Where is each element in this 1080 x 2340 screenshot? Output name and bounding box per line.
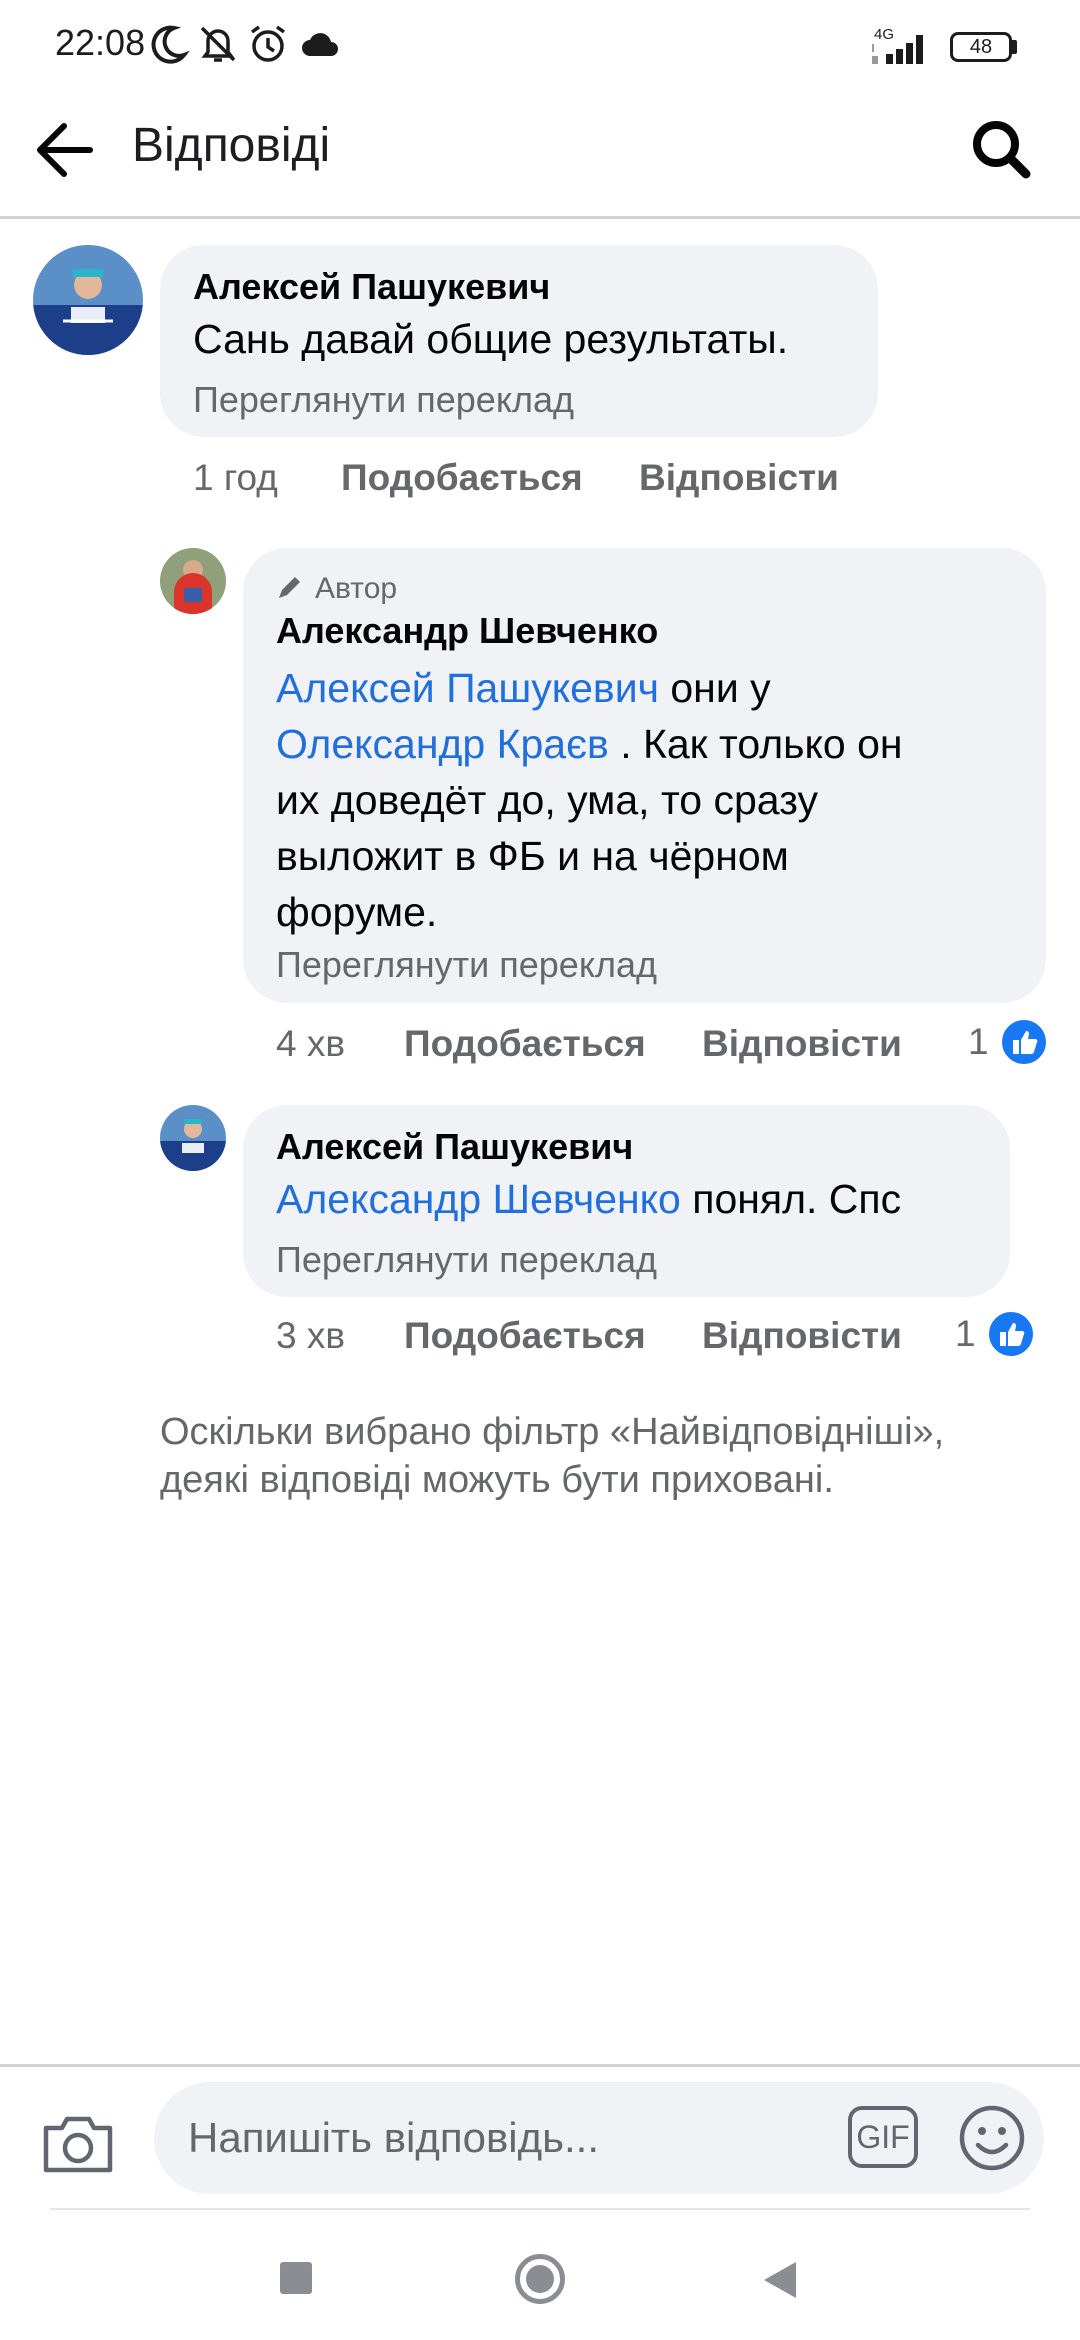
avatar[interactable] (33, 245, 143, 355)
see-translation-link[interactable]: Переглянути переклад (276, 1239, 657, 1281)
mention-link[interactable]: Олександр Краєв (276, 721, 609, 767)
filter-note: Оскільки вибрано фільтр «Найвідповідніші… (160, 1411, 945, 1501)
comment-bubble[interactable]: Алексей Пашукевич Александр Шевченко пон… (243, 1105, 1010, 1297)
reply-button[interactable]: Відповісти (702, 1023, 902, 1065)
comment-text: Александр Шевченко понял. Спс (276, 1171, 901, 1227)
home-icon[interactable] (515, 2254, 565, 2304)
like-count[interactable]: 1 (955, 1313, 976, 1355)
comment-bubble[interactable]: Алексей Пашукевич Сань давай общие резул… (160, 245, 878, 437)
search-icon[interactable] (962, 110, 1042, 190)
comment-text: Сань давай общие результаты. (193, 316, 789, 362)
comment-line: выложит в ФБ и на чёрном (276, 833, 789, 879)
comment-author[interactable]: Александр Шевченко (276, 610, 658, 652)
comment-time: 4 хв (276, 1023, 346, 1064)
like-button[interactable]: Подобається (404, 1315, 646, 1357)
comment-line: Алексей Пашукевич они у (276, 660, 1016, 716)
status-time: 22:08 (55, 22, 146, 63)
like-count[interactable]: 1 (968, 1021, 989, 1063)
camera-icon[interactable] (40, 2106, 116, 2182)
battery-icon: 48 (950, 32, 1012, 62)
thumbs-up-icon[interactable] (986, 1309, 1036, 1359)
alarm-icon (250, 25, 286, 62)
status-bar: 22:08 4G 48 (0, 0, 1080, 90)
comment-author[interactable]: Алексей Пашукевич (276, 1126, 633, 1168)
comment-text-part: . Как только он (608, 721, 903, 767)
cloud-icon (302, 33, 338, 56)
back-nav-icon[interactable] (762, 2260, 798, 2300)
moon-icon (151, 25, 190, 64)
comment-text-part: они у (658, 665, 771, 711)
emoji-icon[interactable] (956, 2102, 1028, 2174)
comment-line: Олександр Краєв . Как только он (276, 716, 1016, 772)
mute-bell-icon (200, 26, 236, 62)
page-title: Відповіді (132, 119, 331, 172)
gif-label: GIF (856, 2119, 910, 2155)
author-badge: Автор (315, 572, 398, 605)
thumbs-up-icon[interactable] (999, 1017, 1049, 1067)
see-translation-link[interactable]: Переглянути переклад (193, 379, 574, 421)
composer-divider (0, 2064, 1080, 2067)
avatar[interactable] (160, 1105, 226, 1171)
comment-line: форуме. (276, 889, 438, 935)
like-button[interactable]: Подобається (341, 457, 583, 499)
app-bar: Відповіді (0, 90, 1080, 219)
gif-button[interactable]: GIF (848, 2106, 918, 2168)
battery-level: 48 (969, 36, 993, 58)
see-translation-link[interactable]: Переглянути переклад (276, 944, 657, 986)
arrow-left-icon[interactable] (28, 110, 108, 190)
comment-time: 1 год (193, 457, 278, 498)
avatar-image (33, 245, 143, 355)
comment-text-part: понял. Спс (680, 1176, 902, 1222)
avatar-image (160, 1105, 226, 1171)
comment-text: Алексей Пашукевич они у Олександр Краєв … (276, 660, 1016, 940)
comment-time: 3 хв (276, 1315, 346, 1356)
reply-button[interactable]: Відповісти (639, 457, 839, 499)
comment-author[interactable]: Алексей Пашукевич (193, 266, 550, 308)
nav-bar (0, 2210, 1080, 2340)
mention-link[interactable]: Александр Шевченко (276, 1176, 681, 1222)
like-button[interactable]: Подобається (404, 1023, 646, 1065)
mention-link[interactable]: Алексей Пашукевич (276, 665, 659, 711)
avatar[interactable] (160, 548, 226, 614)
comment-line: их доведёт до, ума, то сразу (276, 777, 818, 823)
reply-button[interactable]: Відповісти (702, 1315, 902, 1357)
recent-apps-icon[interactable] (280, 2262, 312, 2294)
avatar-image (160, 548, 226, 614)
signal-icon (872, 35, 923, 64)
battery-tip (1012, 40, 1017, 54)
pen-icon (279, 577, 300, 598)
comment-bubble[interactable]: Автор Александр Шевченко Алексей Пашукев… (243, 548, 1046, 1003)
